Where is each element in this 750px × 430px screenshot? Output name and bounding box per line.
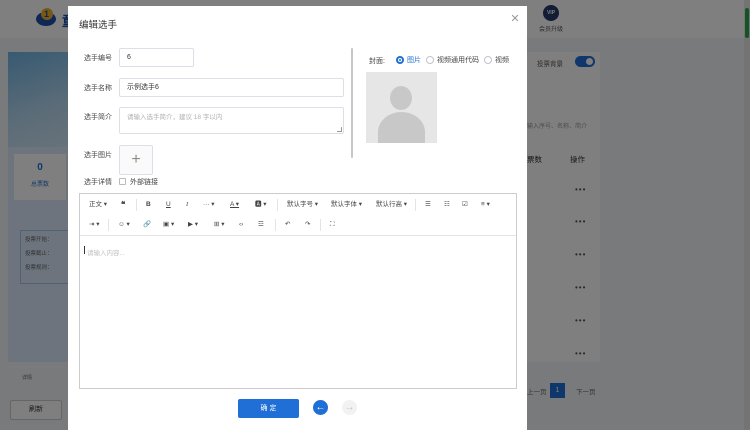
player-image-label: 选手图片	[84, 152, 112, 159]
emoji-icon[interactable]: ☺ ▾	[118, 219, 130, 231]
link-icon[interactable]: 🔗	[143, 219, 151, 231]
player-number-label: 选手编号	[84, 55, 112, 62]
video-icon[interactable]: ▶ ▾	[188, 219, 198, 231]
edit-player-dialog: 编辑选手 ✕ 选手编号 6 选手名称 示例选手6 选手简介 请输入选手简介，建议…	[68, 6, 527, 430]
toolbar-divider	[320, 219, 321, 231]
underline-icon[interactable]: U	[166, 199, 171, 211]
player-name-input[interactable]: 示例选手6	[119, 78, 344, 97]
font-color-icon[interactable]: A ▾	[230, 199, 239, 211]
close-icon[interactable]: ✕	[508, 12, 522, 26]
italic-icon[interactable]: I	[186, 199, 188, 211]
editor-placeholder: 请输入内容...	[87, 250, 125, 257]
divider-line-icon[interactable]: ☲	[258, 219, 264, 231]
arrow-left-icon[interactable]: ←	[313, 400, 328, 415]
font-family-select[interactable]: 默认字体 ▾	[331, 199, 362, 211]
external-link-checkbox[interactable]	[119, 178, 126, 185]
background-color-icon[interactable]: 🅰 ▾	[255, 199, 267, 211]
avatar-body-icon	[378, 112, 425, 143]
player-intro-textarea[interactable]: 请输入选手简介，建议 18 字以内	[119, 107, 344, 134]
editor-content-area[interactable]: 请输入内容...	[80, 237, 516, 388]
form-scrollbar[interactable]	[351, 48, 353, 158]
cover-radio-image[interactable]	[396, 56, 404, 64]
player-detail-label: 选手详情	[84, 179, 112, 186]
quote-icon[interactable]: ❝	[121, 199, 125, 211]
intro-placeholder: 请输入选手简介，建议 18 字以内	[127, 114, 223, 121]
cover-image-placeholder[interactable]	[366, 72, 437, 143]
line-height-select[interactable]: 默认行高 ▾	[376, 199, 407, 211]
toolbar-divider	[277, 199, 278, 211]
bold-icon[interactable]: B	[146, 199, 151, 211]
cover-option-video[interactable]: 视频	[495, 55, 509, 65]
toolbar-divider	[108, 219, 109, 231]
fullscreen-icon[interactable]: ⛶	[330, 219, 335, 231]
avatar-head-icon	[390, 86, 412, 110]
dialog-title: 编辑选手	[79, 20, 118, 31]
arrow-right-icon[interactable]: →	[342, 400, 357, 415]
player-number-input[interactable]: 6	[119, 48, 194, 67]
rich-text-editor: 正文 ▾ ❝ B U I ··· ▾ A ▾ 🅰 ▾ 默认字号 ▾ 默认字体 ▾…	[79, 193, 517, 389]
toolbar-divider	[415, 199, 416, 211]
player-intro-label: 选手简介	[84, 114, 112, 121]
cover-radio-video[interactable]	[484, 56, 492, 64]
cover-option-video-code[interactable]: 视频通用代码	[437, 55, 479, 65]
bulleted-list-icon[interactable]: ☰	[425, 199, 431, 211]
plus-icon: +	[131, 151, 141, 168]
paragraph-format-select[interactable]: 正文 ▾	[89, 199, 107, 211]
confirm-button[interactable]: 确 定	[238, 399, 299, 418]
undo-icon[interactable]: ↶	[285, 219, 290, 231]
player-name-label: 选手名称	[84, 85, 112, 92]
more-styles-icon[interactable]: ··· ▾	[203, 199, 215, 211]
cover-option-image[interactable]: 图片	[407, 55, 421, 65]
todo-list-icon[interactable]: ☑	[462, 199, 468, 211]
code-icon[interactable]: ‹›	[239, 219, 243, 231]
cover-label: 封面:	[369, 58, 385, 65]
editor-toolbar: 正文 ▾ ❝ B U I ··· ▾ A ▾ 🅰 ▾ 默认字号 ▾ 默认字体 ▾…	[80, 194, 516, 236]
toolbar-divider	[275, 219, 276, 231]
toolbar-divider	[136, 199, 137, 211]
external-link-label[interactable]: 外部链接	[130, 177, 158, 187]
resize-handle-icon[interactable]	[337, 127, 342, 132]
align-icon[interactable]: ≡ ▾	[481, 199, 490, 211]
table-icon[interactable]: ⊞ ▾	[214, 219, 225, 231]
image-icon[interactable]: ▣ ▾	[163, 219, 174, 231]
text-caret	[84, 246, 85, 254]
redo-icon[interactable]: ↷	[305, 219, 310, 231]
cover-radio-video-code[interactable]	[426, 56, 434, 64]
image-upload-button[interactable]: +	[119, 145, 153, 175]
font-size-select[interactable]: 默认字号 ▾	[287, 199, 318, 211]
numbered-list-icon[interactable]: ☷	[444, 199, 450, 211]
indent-icon[interactable]: ⇥ ▾	[89, 219, 100, 231]
